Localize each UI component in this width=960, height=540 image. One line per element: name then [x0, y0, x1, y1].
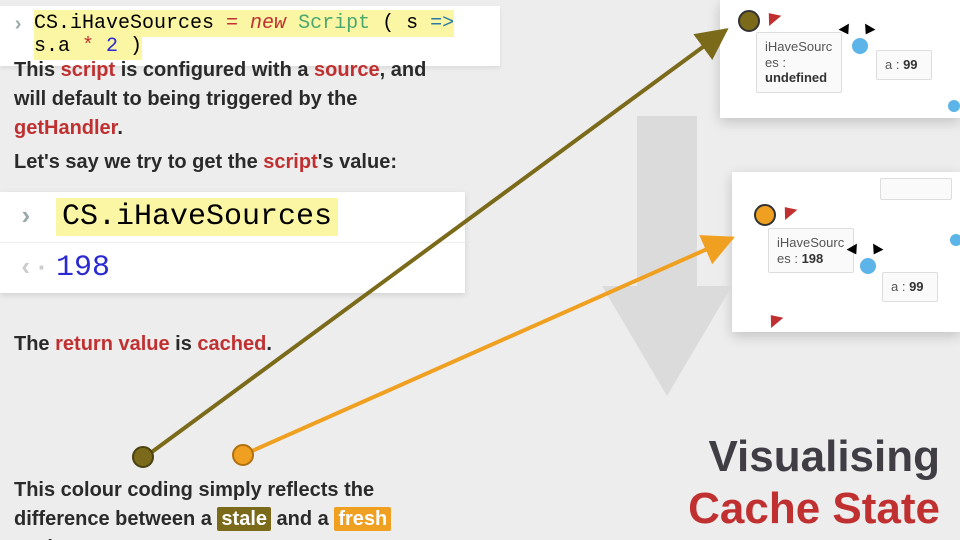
text-em: source: [314, 59, 380, 81]
text: 's value:: [318, 151, 397, 173]
arrowhead-icon: [861, 24, 876, 38]
arrowhead-icon: [763, 8, 782, 26]
node-label-name: iHaveSourc es :: [765, 39, 832, 70]
chevron-right-icon: ›: [12, 14, 24, 37]
text: is configured with a: [115, 59, 314, 81]
chevron-right-icon: ›: [18, 202, 34, 232]
graph-card-stale: iHaveSourc es : undefined a : 99: [720, 0, 960, 118]
node-label-a: a : 99: [876, 50, 932, 80]
badge-fresh: fresh: [334, 507, 391, 531]
chevron-left-icon: ‹·: [18, 253, 49, 283]
code-token-arrow: =>: [430, 12, 454, 35]
explain-para-1: This script is configured with a source,…: [14, 56, 454, 143]
explain-para-3: The return value is cached.: [14, 330, 454, 359]
node-label-a-name: a :: [891, 279, 909, 294]
text: and a: [271, 508, 334, 530]
node-dot-blue: [852, 38, 868, 54]
title-line-2: Cache State: [688, 484, 940, 534]
arrowhead-icon: [765, 310, 784, 328]
text-em: getHandler: [14, 117, 117, 139]
explain-para-4: This colour coding simply reflects the d…: [14, 476, 454, 540]
text-em: script: [263, 151, 317, 173]
text: .: [117, 117, 123, 139]
text: is: [170, 333, 198, 355]
down-arrow-icon: [602, 116, 732, 396]
repl-input-row: › CS.iHaveSources: [0, 192, 465, 242]
code-token-star: *: [82, 35, 94, 58]
node-label-a-name: a :: [885, 57, 903, 72]
title-line-1: Visualising: [709, 432, 941, 482]
code-token-num: 2: [94, 35, 130, 58]
arrowhead-icon: [869, 244, 884, 258]
code-token-assign: =: [226, 12, 238, 35]
node-dot-blue: [860, 258, 876, 274]
badge-stale: stale: [217, 507, 271, 531]
node-dot-blue-small: [948, 100, 960, 112]
node-label-value: 198: [802, 251, 824, 266]
repl-input-value: CS.iHaveSources: [56, 198, 338, 236]
code-token-lhs: CS.iHaveSources: [34, 12, 226, 35]
node-dot-blue-small: [950, 234, 960, 246]
text-em: cached: [197, 333, 266, 355]
code-token-close: ): [130, 35, 142, 58]
code-token-type: Script: [286, 12, 382, 35]
node-label-ihavesources: iHaveSourc es : 198: [768, 228, 854, 273]
text-em: script: [61, 59, 115, 81]
graph-card-fresh: iHaveSourc es : 198 a : 99: [732, 172, 960, 332]
repl-output-value: 198: [56, 251, 110, 285]
text: The: [14, 333, 55, 355]
node-label-a-value: 99: [909, 279, 923, 294]
text: .: [266, 333, 272, 355]
code-token-open: ( s: [382, 12, 430, 35]
node-label-a: a : 99: [882, 272, 938, 302]
node-label-ihavesources: iHaveSourc es : undefined: [756, 32, 842, 93]
code-token-new: new: [238, 12, 286, 35]
legend-dot-fresh: [233, 445, 253, 465]
arrowhead-icon: [779, 202, 798, 220]
text: Let's say we try to get the: [14, 151, 263, 173]
node-label-value: undefined: [765, 70, 827, 85]
explain-para-2: Let's say we try to get the script's val…: [14, 148, 454, 177]
node-label-a-value: 99: [903, 57, 917, 72]
code-highlight: CS.iHaveSources = new Script ( s => s.a …: [34, 10, 454, 60]
legend-dot-stale: [133, 447, 153, 467]
text-em: return value: [55, 333, 169, 355]
node-label-empty: [880, 178, 952, 200]
repl-block: › CS.iHaveSources ‹· 198: [0, 192, 465, 293]
code-token-mid: s.a: [34, 35, 82, 58]
node-dot-stale: [738, 10, 760, 32]
repl-output-row: ‹· 198: [0, 243, 465, 293]
text: This: [14, 59, 61, 81]
node-dot-fresh: [754, 204, 776, 226]
